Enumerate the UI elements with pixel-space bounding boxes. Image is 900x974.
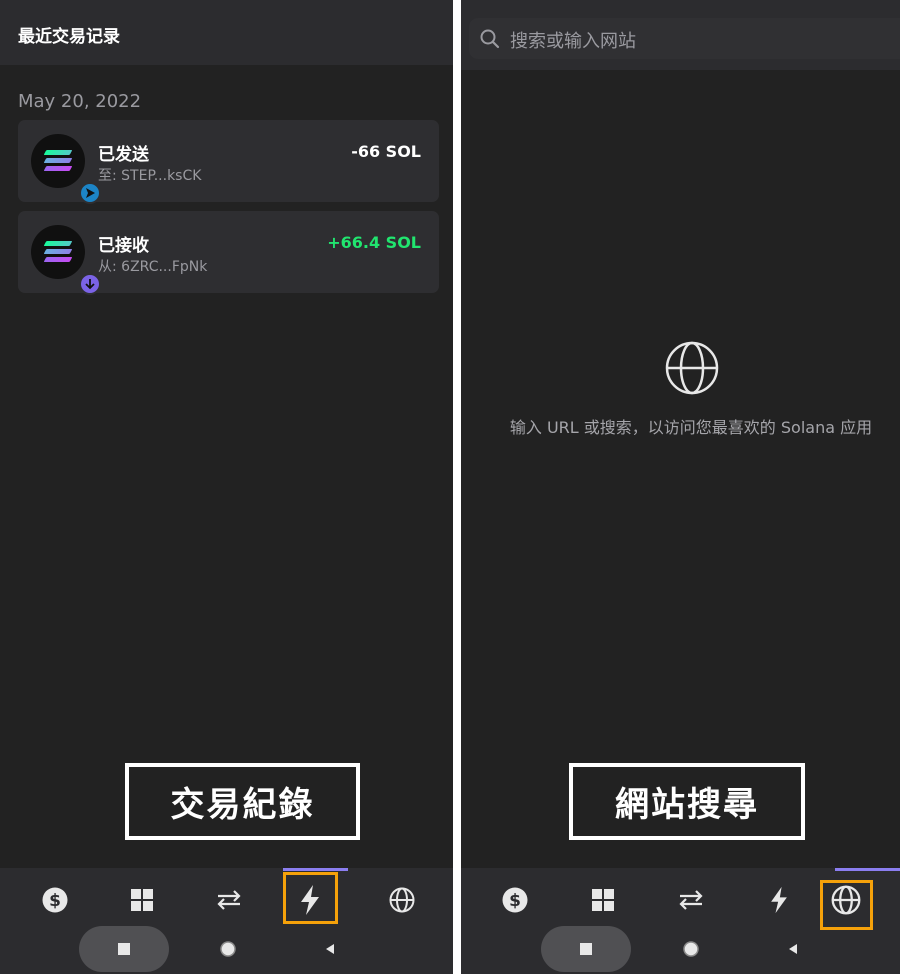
svg-text:$: $	[509, 891, 521, 911]
caption-label: 交易紀錄	[125, 763, 360, 840]
highlight-box	[820, 880, 873, 930]
bottom-tab-bar: $	[0, 868, 453, 974]
active-tab-indicator	[835, 868, 900, 871]
tab-browser[interactable]	[382, 880, 422, 920]
transaction-item-sent[interactable]: 已发送 至: STEP...ksCK -66 SOL	[18, 120, 439, 204]
tab-activity[interactable]	[759, 880, 799, 920]
tab-swap[interactable]	[671, 880, 711, 920]
transaction-amount: -66 SOL	[351, 142, 421, 161]
search-icon	[480, 29, 500, 49]
grid-icon	[592, 889, 614, 911]
activity-header: 最近交易记录	[0, 0, 453, 65]
search-input[interactable]: 搜索或输入网站	[469, 18, 900, 59]
search-placeholder: 搜索或输入网站	[510, 31, 636, 52]
transaction-item-received[interactable]: 已接收 从: 6ZRC...FpNk +66.4 SOL	[18, 211, 439, 295]
circle-icon	[683, 941, 699, 957]
dollar-circle-icon: $	[502, 887, 528, 913]
date-group-label: May 20, 2022	[18, 91, 142, 112]
tab-swap[interactable]	[209, 880, 249, 920]
active-tab-indicator	[283, 868, 348, 871]
caption-label: 網站搜尋	[569, 763, 805, 840]
back-triangle-icon	[326, 944, 334, 954]
tab-wallet[interactable]: $	[35, 880, 75, 920]
back-triangle-icon	[789, 944, 797, 954]
transaction-address: 至: STEP...ksCK	[98, 168, 202, 184]
highlight-box	[283, 872, 338, 924]
nav-recents-button[interactable]	[79, 926, 169, 972]
transaction-title: 已发送	[98, 145, 149, 165]
grid-icon	[131, 889, 153, 911]
nav-back-button[interactable]	[310, 926, 350, 972]
lightning-icon	[771, 886, 787, 914]
svg-text:$: $	[49, 891, 61, 911]
tab-collectibles[interactable]	[122, 880, 162, 920]
swap-arrows-icon	[217, 890, 241, 910]
solana-token-icon	[31, 225, 101, 295]
nav-recents-button[interactable]	[541, 926, 631, 972]
swap-arrows-icon	[679, 890, 703, 910]
square-icon	[580, 943, 592, 955]
tab-wallet[interactable]: $	[495, 880, 535, 920]
activity-screen: 最近交易记录 May 20, 2022 已发送 至: STEP...ksCK -…	[0, 0, 453, 974]
bottom-tab-bar: $	[461, 868, 900, 974]
nav-home-button[interactable]	[671, 926, 711, 972]
send-arrow-icon	[79, 182, 101, 204]
dollar-circle-icon: $	[42, 887, 68, 913]
square-icon	[118, 943, 130, 955]
nav-home-button[interactable]	[208, 926, 248, 972]
transaction-title: 已接收	[98, 236, 149, 256]
browser-screen: 搜索或输入网站 输入 URL 或搜索，以访问您最喜欢的 Solana 应用 網站…	[461, 0, 900, 974]
transaction-amount: +66.4 SOL	[327, 233, 421, 252]
page-title: 最近交易记录	[18, 27, 120, 47]
transaction-address: 从: 6ZRC...FpNk	[98, 259, 208, 275]
tab-collectibles[interactable]	[583, 880, 623, 920]
globe-icon	[389, 887, 415, 913]
empty-state-message: 输入 URL 或搜索，以访问您最喜欢的 Solana 应用	[509, 418, 873, 437]
circle-icon	[220, 941, 236, 957]
globe-icon	[665, 341, 719, 395]
receive-arrow-icon	[79, 273, 101, 295]
solana-token-icon	[31, 134, 101, 204]
nav-back-button[interactable]	[773, 926, 813, 972]
